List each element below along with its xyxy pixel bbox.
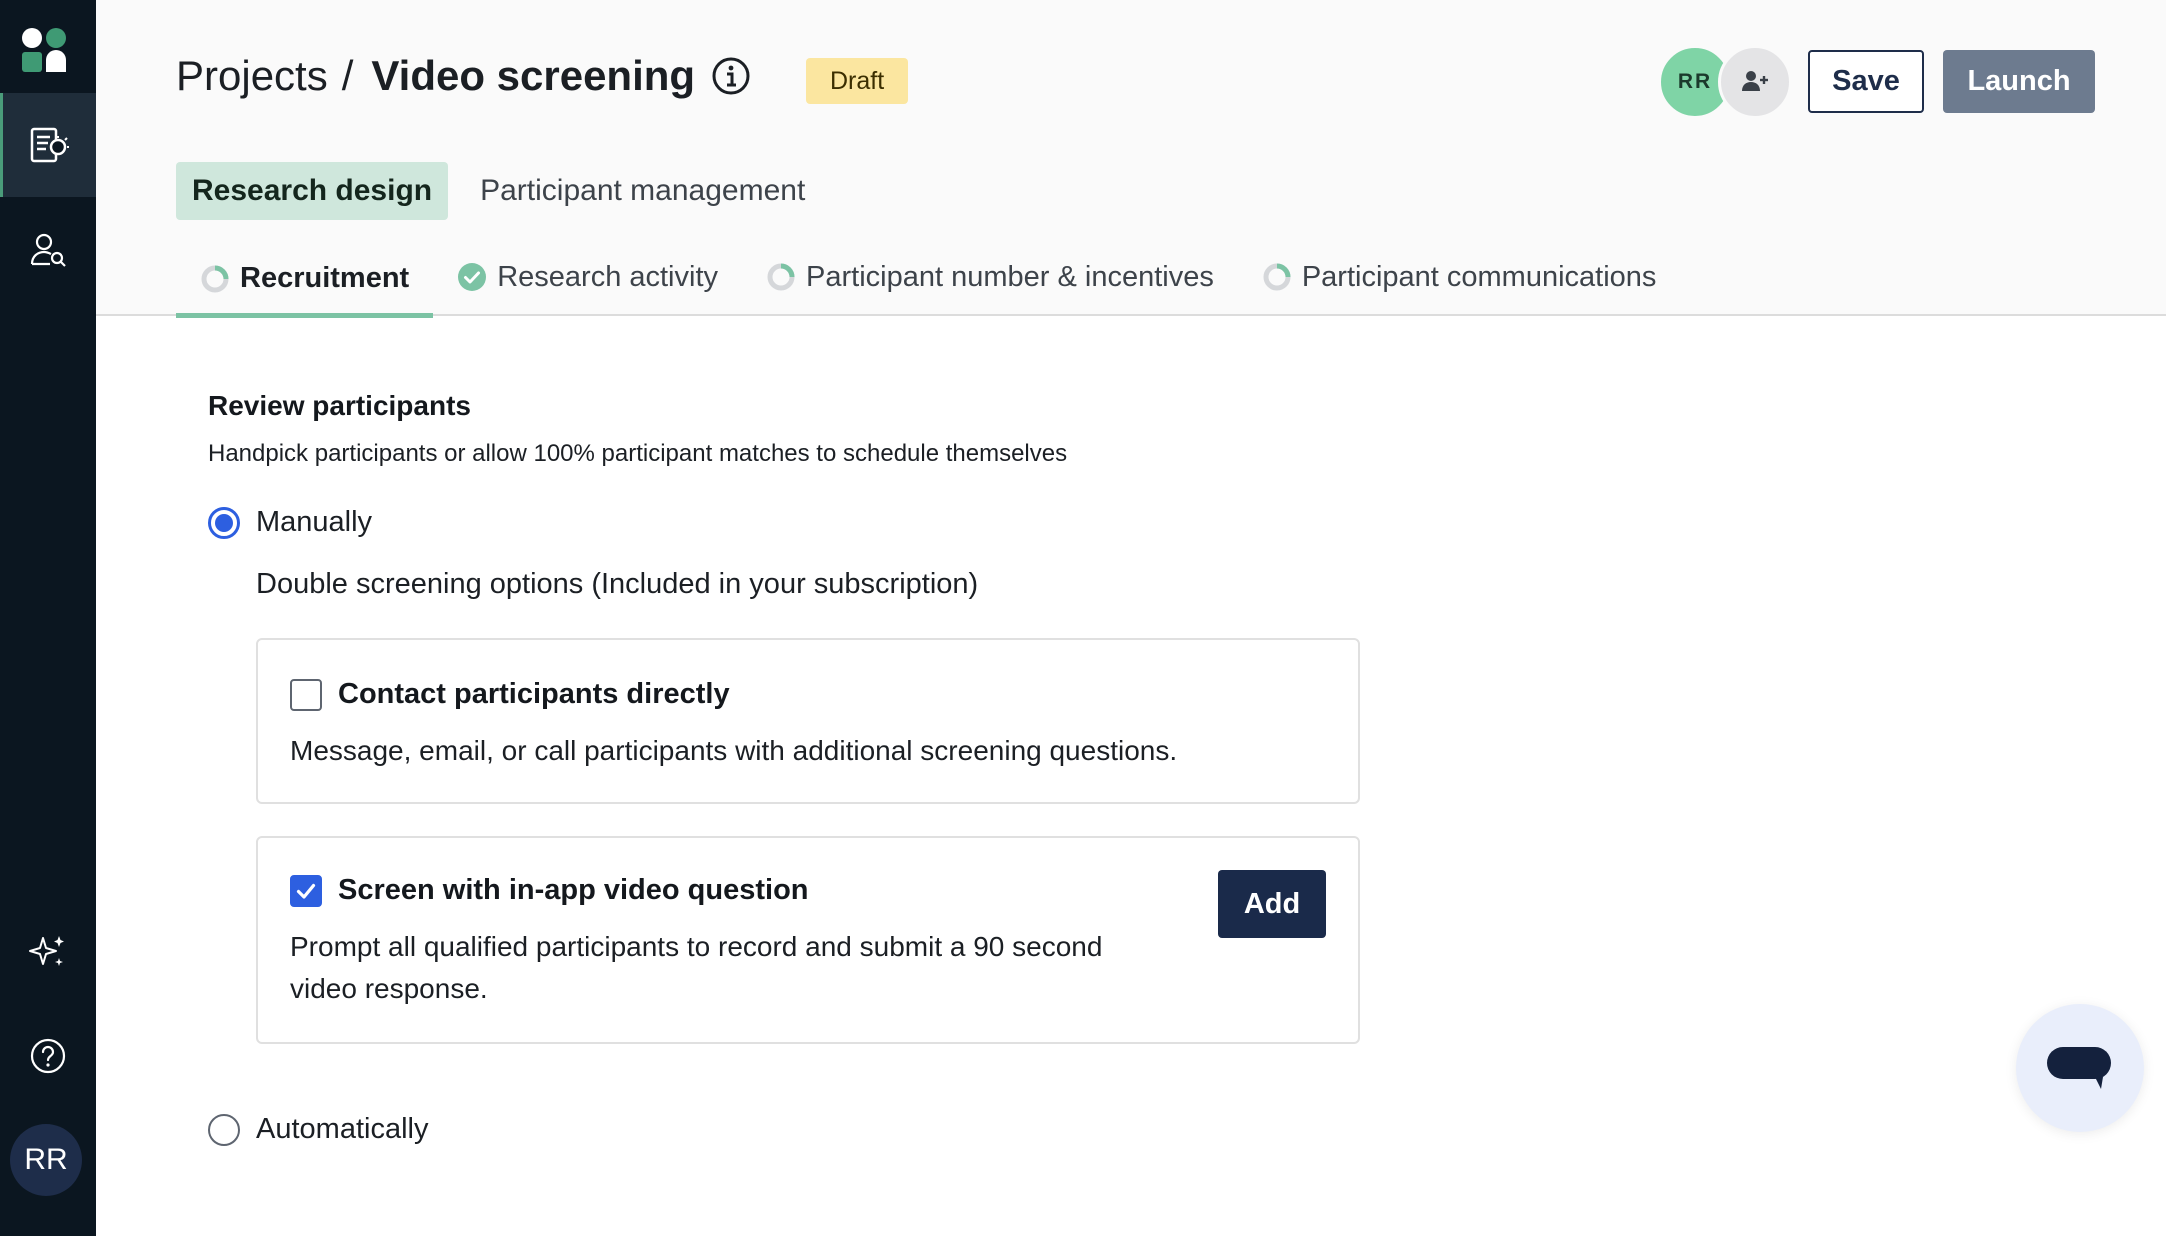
section-title: Review participants — [208, 390, 471, 421]
page-title: Video screening — [371, 52, 696, 99]
breadcrumb-projects-link[interactable]: Projects — [176, 52, 328, 100]
subtab-label: Participant communications — [1301, 260, 1657, 293]
contact-directly-card: Contact participants directly Message, e… — [256, 638, 1360, 804]
progress-ring-icon — [1263, 263, 1291, 291]
radio-button[interactable] — [208, 1113, 240, 1146]
sidebar-item-help[interactable] — [0, 1004, 96, 1108]
sidebar-item-ai[interactable] — [0, 900, 96, 1004]
sub-tabs: Recruitment Research activity Participan… — [176, 250, 1681, 318]
subtab-label: Research activity — [497, 260, 719, 293]
subtab-participant-communications[interactable]: Participant communications — [1238, 250, 1681, 316]
radio-manually[interactable]: Manually — [208, 506, 372, 539]
launch-button[interactable]: Launch — [1943, 50, 2095, 113]
subtab-label: Participant number & incentives — [806, 260, 1214, 293]
radio-automatically[interactable]: Automatically — [208, 1113, 428, 1146]
participants-search-icon — [30, 233, 66, 267]
check-circle-icon — [458, 263, 487, 291]
add-video-question-button[interactable]: Add — [1218, 870, 1326, 938]
progress-ring-icon — [767, 263, 795, 291]
card-description-line: video response. — [290, 973, 488, 1004]
project-header: Projects / Video screening Draft RR Save… — [96, 0, 2166, 318]
radio-label: Automatically — [256, 1113, 429, 1145]
tab-participant-management[interactable]: Participant management — [464, 162, 821, 220]
ai-sparkle-icon — [29, 936, 64, 966]
card-description: Prompt all qualified participants to rec… — [290, 926, 1102, 1010]
sidebar-item-participants[interactable] — [0, 198, 96, 302]
main-tabs: Research design Participant management — [176, 162, 837, 220]
add-user-icon — [1742, 71, 1768, 91]
chat-support-button[interactable] — [2016, 1004, 2144, 1132]
card-title: Screen with in-app video question — [338, 874, 809, 906]
subtab-label: Recruitment — [240, 262, 410, 294]
progress-ring-icon — [201, 265, 229, 292]
add-collaborator-button[interactable] — [1718, 45, 1792, 119]
save-button[interactable]: Save — [1808, 50, 1924, 113]
video-question-card: Screen with in-app video question Prompt… — [256, 836, 1360, 1044]
subtab-participant-number-incentives[interactable]: Participant number & incentives — [742, 250, 1238, 316]
chat-bubble-icon — [2047, 1047, 2111, 1089]
subtab-recruitment[interactable]: Recruitment — [176, 252, 434, 318]
subtab-research-activity[interactable]: Research activity — [433, 250, 742, 316]
checkbox[interactable] — [290, 678, 322, 711]
user-avatar[interactable]: RR — [10, 1124, 82, 1196]
review-participants-section: Review participants Handpick participant… — [208, 390, 1067, 468]
sidebar-item-projects[interactable] — [0, 93, 96, 197]
app-logo-icon[interactable] — [20, 26, 68, 74]
card-title: Contact participants directly — [338, 678, 730, 710]
breadcrumb-separator: / — [341, 52, 354, 99]
status-badge: Draft — [806, 58, 909, 104]
card-description-line: Prompt all qualified participants to rec… — [290, 931, 1103, 962]
checkbox[interactable] — [290, 874, 322, 907]
research-projects-icon — [30, 127, 69, 163]
help-icon — [30, 1038, 66, 1074]
breadcrumb: Projects / Video screening — [176, 50, 751, 102]
card-description: Message, email, or call participants wit… — [290, 735, 1178, 766]
info-icon[interactable] — [711, 56, 751, 96]
left-sidebar: RR — [0, 0, 96, 1236]
double-screening-label: Double screening options (Included in yo… — [256, 568, 979, 600]
section-description: Handpick participants or allow 100% part… — [208, 440, 1068, 467]
radio-label: Manually — [256, 506, 373, 538]
video-question-option[interactable]: Screen with in-app video question — [290, 874, 809, 907]
contact-directly-option[interactable]: Contact participants directly — [290, 678, 730, 711]
checkmark-icon — [296, 883, 316, 899]
tab-research-design[interactable]: Research design — [176, 162, 449, 220]
radio-button[interactable] — [208, 506, 240, 539]
